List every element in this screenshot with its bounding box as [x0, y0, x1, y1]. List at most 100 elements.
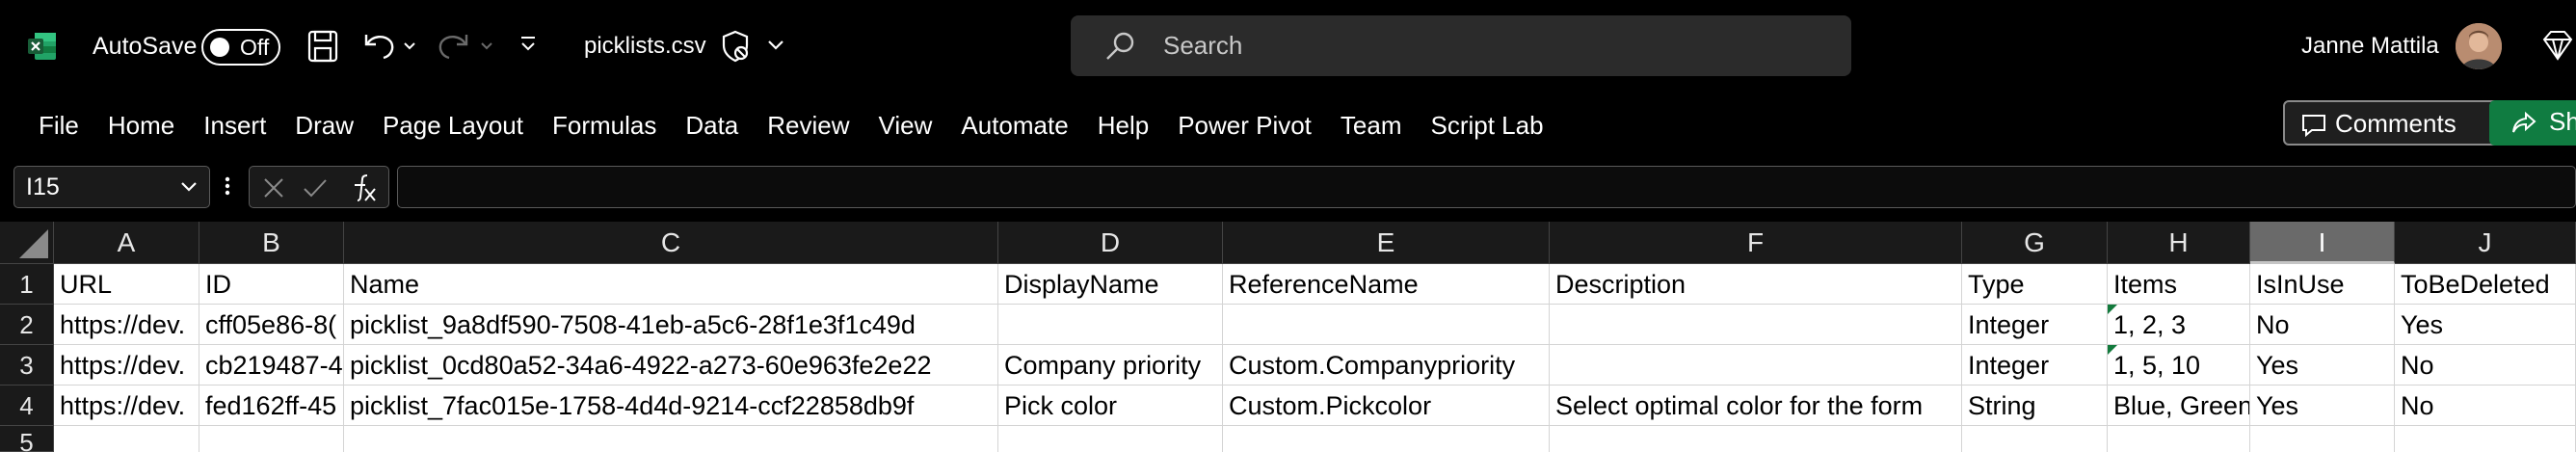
cell-a4[interactable]: https://dev. — [54, 386, 199, 426]
cell-g2[interactable]: Integer — [1962, 305, 2108, 345]
undo-dropdown-icon[interactable] — [403, 39, 416, 56]
cell-h4[interactable]: Blue, Green — [2108, 386, 2250, 426]
cell-e5[interactable] — [1223, 426, 1550, 452]
tab-formulas[interactable]: Formulas — [538, 106, 671, 145]
cell-d4[interactable]: Pick color — [998, 386, 1223, 426]
tab-page-layout[interactable]: Page Layout — [368, 106, 538, 145]
cell-d1[interactable]: DisplayName — [998, 264, 1223, 305]
more-options-icon[interactable] — [224, 172, 231, 200]
cell-b2[interactable]: cff05e86-8( — [199, 305, 344, 345]
search-box[interactable]: Search — [1071, 15, 1851, 76]
cell-i4[interactable]: Yes — [2250, 386, 2395, 426]
autosave-toggle[interactable]: Off — [201, 29, 280, 66]
tab-team[interactable]: Team — [1326, 106, 1417, 145]
tab-draw[interactable]: Draw — [280, 106, 368, 145]
undo-icon[interactable] — [362, 29, 397, 66]
cell-f4[interactable]: Select optimal color for the form — [1550, 386, 1962, 426]
redo-dropdown-icon[interactable] — [480, 39, 493, 56]
cell-area[interactable]: URL ID Name DisplayName ReferenceName Descrip… — [54, 264, 2576, 452]
cell-g5[interactable] — [1962, 426, 2108, 452]
premium-diamond-icon[interactable] — [2540, 29, 2575, 66]
cell-i2[interactable]: No — [2250, 305, 2395, 345]
cell-f2[interactable] — [1550, 305, 1962, 345]
column-header-c[interactable]: C — [344, 222, 998, 264]
enter-check-icon[interactable] — [302, 175, 329, 205]
column-header-f[interactable]: F — [1550, 222, 1962, 264]
cell-h5[interactable] — [2108, 426, 2250, 452]
tab-data[interactable]: Data — [671, 106, 753, 145]
cell-c1[interactable]: Name — [344, 264, 998, 305]
tab-power-pivot[interactable]: Power Pivot — [1163, 106, 1326, 145]
user-avatar[interactable] — [2456, 23, 2502, 69]
cell-h2[interactable]: 1, 2, 3 — [2108, 305, 2250, 345]
chevron-down-icon[interactable] — [180, 180, 198, 198]
cell-b3[interactable]: cb219487-4 — [199, 345, 344, 386]
cell-b1[interactable]: ID — [199, 264, 344, 305]
cell-c2[interactable]: picklist_9a8df590-7508-41eb-a5c6-28f1e3f… — [344, 305, 998, 345]
share-button[interactable]: Share — [2489, 100, 2576, 146]
formula-input[interactable] — [397, 166, 2576, 208]
cell-j3[interactable]: No — [2395, 345, 2576, 386]
cell-g4[interactable]: String — [1962, 386, 2108, 426]
cell-j4[interactable]: No — [2395, 386, 2576, 426]
tab-home[interactable]: Home — [93, 106, 189, 145]
cell-b4[interactable]: fed162ff-45 — [199, 386, 344, 426]
cell-e4[interactable]: Custom.Pickcolor — [1223, 386, 1550, 426]
tab-file[interactable]: File — [0, 106, 93, 145]
tab-review[interactable]: Review — [753, 106, 863, 145]
cell-j2[interactable]: Yes — [2395, 305, 2576, 345]
comments-button[interactable]: Comments — [2283, 100, 2500, 146]
cell-f1[interactable]: Description — [1550, 264, 1962, 305]
cell-i1[interactable]: IsInUse — [2250, 264, 2395, 305]
cell-d2[interactable] — [998, 305, 1223, 345]
cell-h3[interactable]: 1, 5, 10 — [2108, 345, 2250, 386]
cell-d5[interactable] — [998, 426, 1223, 452]
cell-i3[interactable]: Yes — [2250, 345, 2395, 386]
cancel-icon[interactable] — [261, 175, 286, 205]
cell-i5[interactable] — [2250, 426, 2395, 452]
cell-a2[interactable]: https://dev. — [54, 305, 199, 345]
select-all-corner[interactable] — [0, 222, 54, 264]
cell-c5[interactable] — [344, 426, 998, 452]
name-box[interactable]: I15 — [13, 166, 210, 208]
column-header-d[interactable]: D — [998, 222, 1223, 264]
column-header-i[interactable]: I — [2250, 222, 2395, 264]
cell-j5[interactable] — [2395, 426, 2576, 452]
tab-help[interactable]: Help — [1083, 106, 1163, 145]
cell-e2[interactable] — [1223, 305, 1550, 345]
insert-function-icon[interactable] — [344, 172, 379, 209]
cell-e1[interactable]: ReferenceName — [1223, 264, 1550, 305]
column-header-h[interactable]: H — [2108, 222, 2250, 264]
row-header-2[interactable]: 2 — [0, 305, 54, 345]
tab-view[interactable]: View — [864, 106, 947, 145]
column-header-e[interactable]: E — [1223, 222, 1550, 264]
cell-g1[interactable]: Type — [1962, 264, 2108, 305]
sensitivity-shield-icon[interactable] — [719, 29, 752, 68]
tab-automate[interactable]: Automate — [946, 106, 1082, 145]
file-options-chevron-icon[interactable] — [767, 39, 784, 56]
row-header-3[interactable]: 3 — [0, 345, 54, 386]
cell-a1[interactable]: URL — [54, 264, 199, 305]
cell-j1[interactable]: ToBeDeleted — [2395, 264, 2576, 305]
column-header-j[interactable]: J — [2395, 222, 2576, 264]
file-name[interactable]: picklists.csv — [584, 31, 706, 62]
row-header-4[interactable]: 4 — [0, 386, 54, 426]
user-name[interactable]: Janne Mattila — [2301, 31, 2439, 62]
tab-insert[interactable]: Insert — [189, 106, 280, 145]
cell-e3[interactable]: Custom.Companypriority — [1223, 345, 1550, 386]
cell-h1[interactable]: Items — [2108, 264, 2250, 305]
row-header-5[interactable]: 5 — [0, 426, 54, 452]
cell-d3[interactable]: Company priority — [998, 345, 1223, 386]
cell-a5[interactable] — [54, 426, 199, 452]
column-header-a[interactable]: A — [54, 222, 199, 264]
cell-c3[interactable]: picklist_0cd80a52-34a6-4922-a273-60e963f… — [344, 345, 998, 386]
save-icon[interactable] — [306, 29, 339, 68]
cell-b5[interactable] — [199, 426, 344, 452]
column-header-g[interactable]: G — [1962, 222, 2108, 264]
cell-a3[interactable]: https://dev. — [54, 345, 199, 386]
redo-icon[interactable] — [436, 29, 470, 66]
cell-f3[interactable] — [1550, 345, 1962, 386]
row-header-1[interactable]: 1 — [0, 264, 54, 305]
tab-script-lab[interactable]: Script Lab — [1417, 106, 1558, 145]
customize-toolbar-icon[interactable] — [518, 35, 538, 59]
